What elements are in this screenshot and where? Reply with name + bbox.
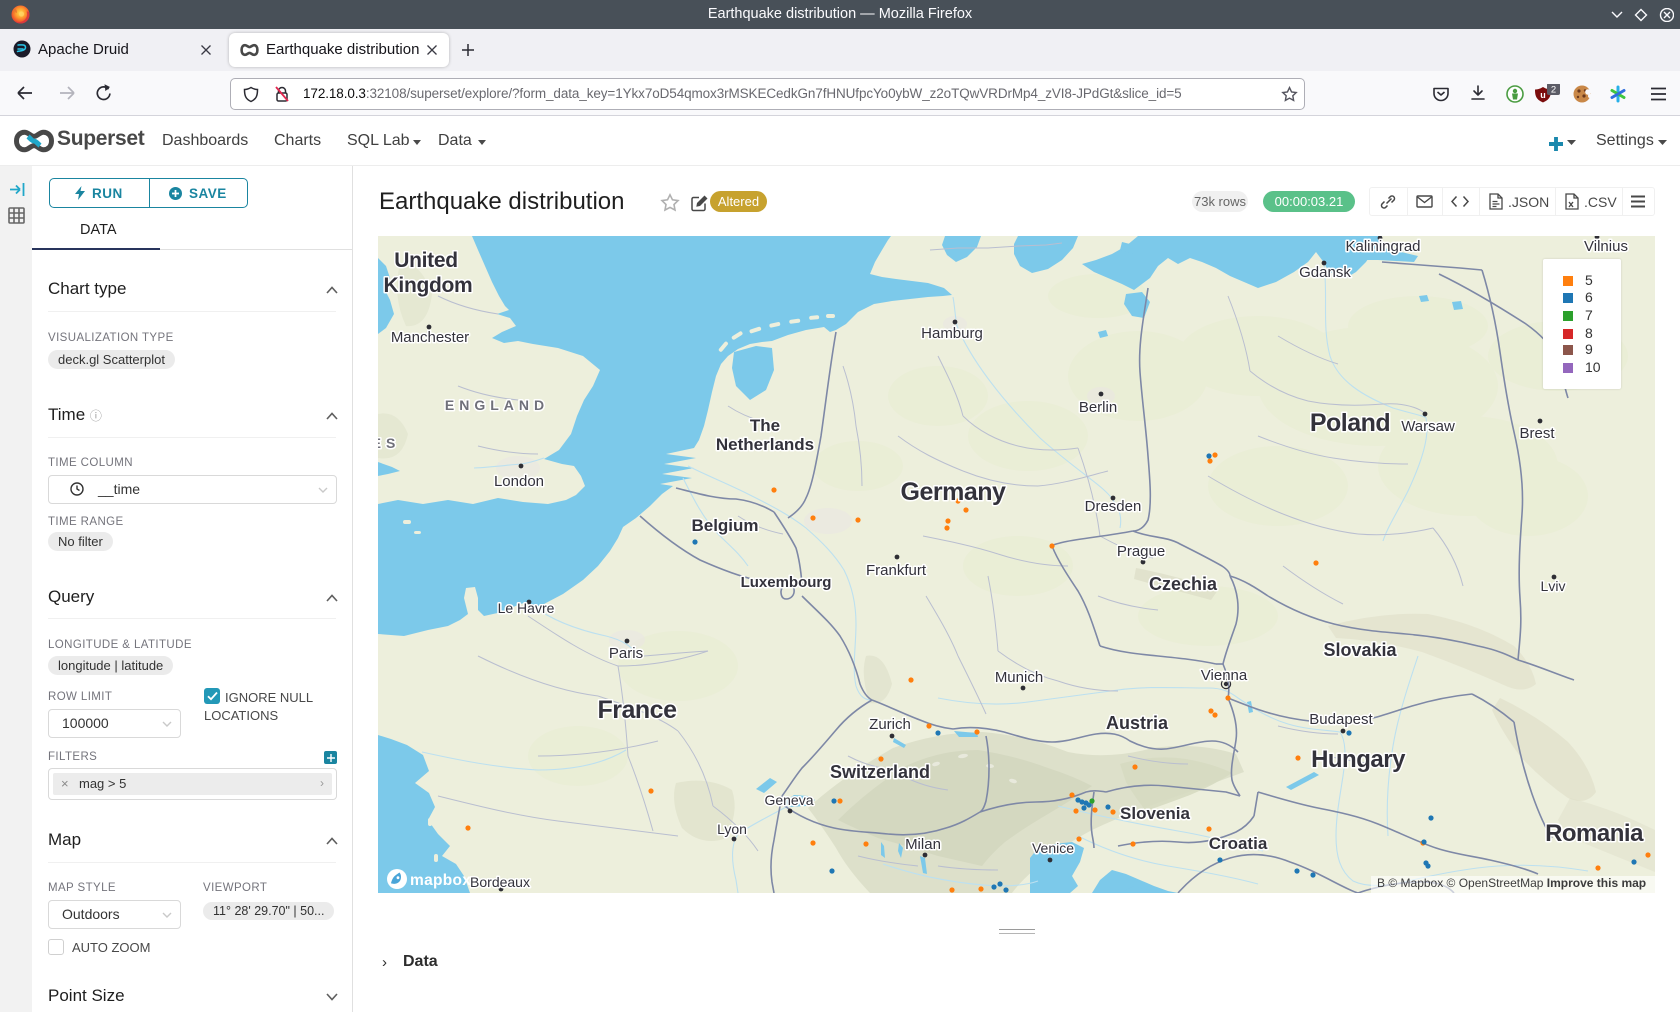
svg-text:Budapest: Budapest xyxy=(1309,711,1373,728)
svg-text:Hamburg: Hamburg xyxy=(921,325,983,342)
svg-text:Hungary: Hungary xyxy=(1311,746,1406,773)
svg-text:Geneva: Geneva xyxy=(764,792,813,808)
svg-text:ES: ES xyxy=(378,435,400,451)
svg-text:Warsaw: Warsaw xyxy=(1401,418,1455,435)
svg-text:Munich: Munich xyxy=(995,669,1043,686)
svg-text:Le Havre: Le Havre xyxy=(498,600,555,616)
svg-text:Belgium: Belgium xyxy=(691,516,758,535)
svg-text:2: 2 xyxy=(1551,85,1556,96)
svg-text:ENGLAND: ENGLAND xyxy=(445,397,549,413)
svg-text:Austria: Austria xyxy=(1106,713,1169,733)
svg-text:Slovakia: Slovakia xyxy=(1323,640,1397,660)
svg-text:United: United xyxy=(394,249,458,272)
svg-text:Vienna: Vienna xyxy=(1201,667,1248,684)
svg-text:Slovenia: Slovenia xyxy=(1120,804,1190,823)
svg-text:Paris: Paris xyxy=(609,645,643,662)
svg-text:Lyon: Lyon xyxy=(717,821,747,837)
svg-text:Romania: Romania xyxy=(1545,820,1644,847)
svg-text:Vilnius: Vilnius xyxy=(1584,238,1628,255)
svg-text:Czechia: Czechia xyxy=(1149,574,1218,594)
svg-text:Brest: Brest xyxy=(1519,425,1555,442)
svg-text:Gdansk: Gdansk xyxy=(1299,264,1351,281)
svg-text:France: France xyxy=(598,696,678,724)
svg-text:Croatia: Croatia xyxy=(1209,834,1268,853)
svg-text:Frankfurt: Frankfurt xyxy=(866,562,927,579)
svg-text:mapbox: mapbox xyxy=(410,872,471,889)
svg-text:Lviv: Lviv xyxy=(1541,578,1566,594)
svg-text:Germany: Germany xyxy=(901,478,1006,506)
svg-text:Netherlands: Netherlands xyxy=(716,435,814,454)
svg-text:Switzerland: Switzerland xyxy=(830,762,930,782)
svg-text:London: London xyxy=(494,473,544,490)
svg-text:Venice: Venice xyxy=(1032,840,1074,856)
svg-text:Manchester: Manchester xyxy=(391,329,469,346)
svg-text:Bordeaux: Bordeaux xyxy=(470,874,530,890)
svg-text:Milan: Milan xyxy=(905,836,941,853)
svg-text:Poland: Poland xyxy=(1310,409,1390,437)
svg-text:Dresden: Dresden xyxy=(1085,498,1142,515)
svg-text:Kaliningrad: Kaliningrad xyxy=(1345,238,1420,255)
svg-text:The: The xyxy=(750,416,780,435)
svg-text:Prague: Prague xyxy=(1117,543,1165,560)
svg-text:Berlin: Berlin xyxy=(1079,399,1117,416)
svg-text:Luxembourg: Luxembourg xyxy=(741,574,832,591)
svg-text:Kingdom: Kingdom xyxy=(384,274,473,297)
svg-text:u: u xyxy=(1540,90,1546,100)
svg-text:Zurich: Zurich xyxy=(869,716,911,733)
